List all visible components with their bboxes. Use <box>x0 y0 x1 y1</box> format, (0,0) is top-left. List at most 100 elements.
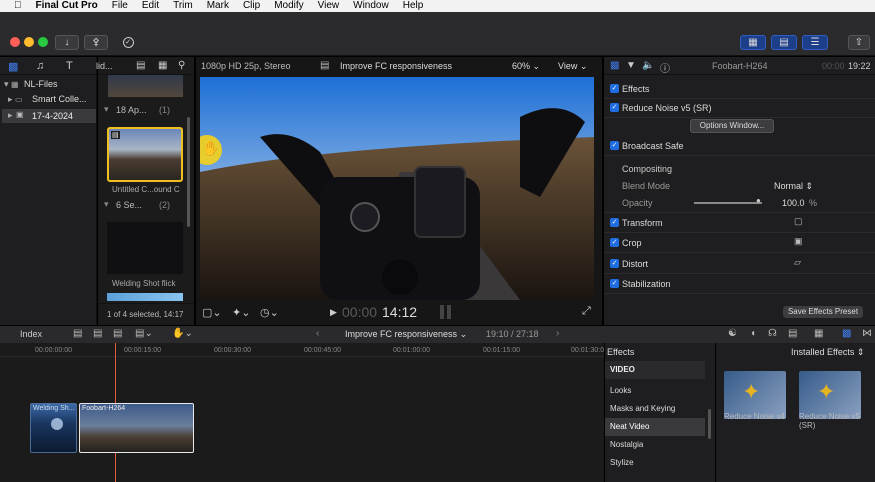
clip-welding[interactable]: Welding Sh... <box>30 403 77 453</box>
info-inspector-icon[interactable]: ⓘ <box>660 60 670 75</box>
audio-skimming-icon[interactable]: ◖ <box>750 328 756 339</box>
category-video[interactable]: VIDEO <box>605 361 705 379</box>
film-icon[interactable]: ▦ <box>814 328 823 339</box>
share-button[interactable]: ⇧ <box>848 35 870 50</box>
library-item-event[interactable]: ▸ ▣ 17-4-2024 <box>2 109 96 123</box>
distort-onscreen-icon[interactable]: ▱ <box>794 257 801 268</box>
app-menu[interactable]: Final Cut Pro <box>36 0 98 12</box>
stabilization-checkbox[interactable]: ✓ <box>610 279 619 288</box>
overwrite-clip-icon[interactable]: ▤⌄ <box>135 328 153 339</box>
opacity-slider[interactable] <box>694 202 762 204</box>
blend-mode-popup[interactable]: Normal ⇕ <box>774 181 813 192</box>
show-timeline-button[interactable]: ▤ <box>771 35 797 50</box>
insert-clip-icon[interactable]: ▤ <box>93 328 102 339</box>
show-inspector-button[interactable]: ☰ <box>802 35 828 50</box>
audio-inspector-icon[interactable]: 🔈 <box>642 60 654 71</box>
opacity-slider-knob[interactable]: ● <box>756 196 761 205</box>
installed-effects-popup[interactable]: Installed Effects ⇕ <box>791 347 864 358</box>
hand-tool-icon[interactable]: ✋⌄ <box>172 328 193 339</box>
category-masks-keying[interactable]: Masks and Keying <box>605 400 705 418</box>
section-crop[interactable]: ✓ Crop ▣ <box>604 233 875 253</box>
back-arrow-icon[interactable]: ‹ <box>316 328 319 339</box>
view-menu[interactable]: View ⌄ <box>558 61 587 72</box>
category-scrollbar[interactable] <box>708 409 711 439</box>
clip-thumbnail-selected[interactable]: ▤ <box>107 127 183 182</box>
clip-appearance-icon[interactable]: ▤ <box>788 328 797 339</box>
video-inspector-icon[interactable]: ▩ <box>610 60 619 71</box>
import-button[interactable]: ↓ <box>55 35 79 50</box>
clip-thumbnail-partial[interactable] <box>107 293 183 301</box>
show-browser-button[interactable]: ▦ <box>740 35 766 50</box>
play-button[interactable]: ▶ <box>330 307 337 318</box>
section-distort[interactable]: ✓ Distort ▱ <box>604 254 875 274</box>
opacity-value[interactable]: 100.0 <box>782 198 805 208</box>
menu-trim[interactable]: Trim <box>173 0 193 12</box>
save-effects-preset-button[interactable]: Save Effects Preset <box>783 306 863 318</box>
menu-help[interactable]: Help <box>403 0 424 12</box>
clip-thumbnail-top[interactable] <box>108 75 183 97</box>
timeline-ruler[interactable]: 00:00:00:00 00:00:15:00 00:00:30:00 00:0… <box>0 343 608 357</box>
menu-file[interactable]: File <box>112 0 128 12</box>
close-window-button[interactable] <box>10 37 20 47</box>
distort-checkbox[interactable]: ✓ <box>610 259 619 268</box>
crop-checkbox[interactable]: ✓ <box>610 238 619 247</box>
menu-edit[interactable]: Edit <box>142 0 159 12</box>
menu-modify[interactable]: Modify <box>274 0 303 12</box>
skimming-icon[interactable]: ☯ <box>728 328 737 339</box>
clip-foobart[interactable]: Foobart-H264 <box>79 403 194 453</box>
group-header-6sep[interactable]: ▾ 6 Se... (2) <box>104 199 192 213</box>
browser-scrollbar[interactable] <box>187 117 190 227</box>
filmstrip-icon[interactable]: ▦ <box>158 60 167 71</box>
index-button[interactable]: Index <box>20 329 42 339</box>
library-item-root[interactable]: ▾ ▦ NL-Files <box>4 79 96 92</box>
menu-clip[interactable]: Clip <box>243 0 260 12</box>
reduce-noise-checkbox[interactable]: ✓ <box>610 103 619 112</box>
transform-checkbox[interactable]: ✓ <box>610 218 619 227</box>
crop-onscreen-icon[interactable]: ▣ <box>794 236 803 247</box>
library-item-smart-collections[interactable]: ▸ ▭ Smart Colle... <box>8 94 96 107</box>
effect-reduce-noise[interactable]: ✓ Reduce Noise v5 (SR) <box>604 98 875 118</box>
transform-tool-icon[interactable]: ▢⌄ <box>202 306 222 319</box>
project-menu[interactable]: Improve FC responsiveness ⌄ <box>345 329 467 340</box>
group-header-18apr[interactable]: ▾ 18 Ap... (1) <box>104 104 192 118</box>
keywords-button[interactable]: ⚴ <box>84 35 108 50</box>
transitions-browser-icon[interactable]: ⋈ <box>862 328 872 339</box>
headphones-icon[interactable]: ☊ <box>768 328 777 339</box>
options-window-button[interactable]: Options Window... <box>690 119 774 133</box>
speedometer-icon[interactable]: ◷⌄ <box>260 306 279 319</box>
minimize-window-button[interactable] <box>24 37 34 47</box>
menu-view[interactable]: View <box>318 0 340 12</box>
clip-appearance-icon[interactable]: ▤ <box>136 60 145 71</box>
effect-broadcast-safe[interactable]: ✓ Broadcast Safe <box>604 136 875 156</box>
color-inspector-icon[interactable]: ▼ <box>626 60 636 71</box>
background-tasks-button[interactable]: ✓ <box>116 35 140 50</box>
clip-thumbnail-welding[interactable] <box>107 222 183 274</box>
forward-arrow-icon[interactable]: › <box>556 328 559 339</box>
clip-filter-menu[interactable]: lid... <box>96 61 113 71</box>
effects-checkbox[interactable]: ✓ <box>610 84 619 93</box>
connect-clip-icon[interactable]: ▤ <box>73 328 82 339</box>
section-transform[interactable]: ✓ Transform ▢ <box>604 213 875 233</box>
fullscreen-icon[interactable]: ⤢ <box>582 305 591 318</box>
append-clip-icon[interactable]: ▤ <box>113 328 122 339</box>
menu-mark[interactable]: Mark <box>207 0 229 12</box>
effects-browser-icon[interactable]: ▩ <box>842 328 851 339</box>
transform-onscreen-icon[interactable]: ▢ <box>794 216 803 227</box>
category-neat-video[interactable]: Neat Video <box>605 418 705 436</box>
magic-wand-icon[interactable]: ✦⌄ <box>232 306 250 319</box>
video-frame[interactable]: ✋ <box>200 77 594 300</box>
apple-icon[interactable]:  <box>14 0 22 12</box>
section-stabilization[interactable]: ✓ Stabilization <box>604 274 875 294</box>
libraries-icon[interactable]: ▩ <box>8 60 18 73</box>
photos-audio-icon[interactable]: ♫ <box>36 60 44 72</box>
menu-window[interactable]: Window <box>353 0 389 12</box>
broadcast-safe-checkbox[interactable]: ✓ <box>610 141 619 150</box>
timeline-panel[interactable]: 00:00:00:00 00:00:15:00 00:00:30:00 00:0… <box>0 343 608 482</box>
category-stylize[interactable]: Stylize <box>605 454 705 472</box>
category-nostalgia[interactable]: Nostalgia <box>605 436 705 454</box>
titles-generators-icon[interactable]: T <box>66 60 73 72</box>
category-looks[interactable]: Looks <box>605 382 705 400</box>
search-icon[interactable]: ⚲ <box>178 60 185 71</box>
zoom-window-button[interactable] <box>38 37 48 47</box>
section-effects[interactable]: ✓ Effects <box>604 79 875 99</box>
